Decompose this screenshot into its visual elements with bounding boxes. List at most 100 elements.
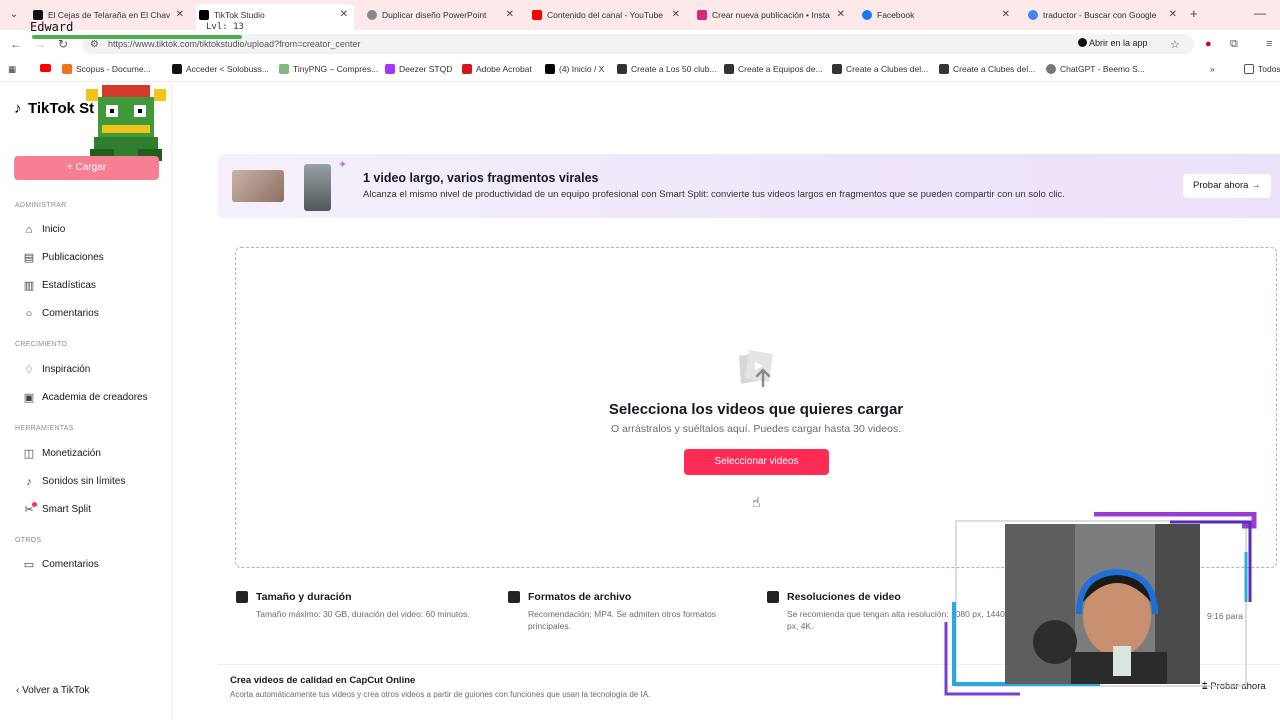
video-upload-icon [739, 350, 773, 388]
forward-arrow-icon[interactable]: → [34, 37, 46, 51]
facebook-favicon [862, 10, 872, 20]
lightbulb-icon: ♢ [24, 364, 34, 376]
browser-tab[interactable]: Crear nueva publicación • Insta ✕ [694, 4, 851, 26]
bookmark-item[interactable]: (4) Inicio / X [545, 64, 604, 74]
bookmark-item[interactable]: ChatGPT - Beemo S... [1046, 64, 1145, 74]
bookmark-item[interactable]: Adobe Acrobat [462, 64, 532, 74]
tab-title: Contenido del canal - YouTube [547, 10, 663, 20]
close-tab-icon[interactable]: ✕ [1169, 4, 1177, 26]
pixel-dragon-avatar [86, 85, 166, 161]
bookmark-favicon [724, 64, 734, 74]
bookmark-item[interactable]: Acceder < Solobuss... [172, 64, 269, 74]
instagram-favicon [697, 10, 707, 20]
section-title-administrar: ADMINISTRAR [15, 202, 67, 209]
select-videos-button[interactable]: Seleccionar videos [684, 449, 829, 475]
apps-grid-icon[interactable]: ▦ [8, 64, 16, 75]
tab-title: Duplicar diseño PowerPoint [382, 10, 487, 20]
sidebar-item-inicio[interactable]: ⌂ Inicio [22, 220, 66, 240]
notification-dot [32, 502, 37, 507]
bookmark-label: Create a Los 50 club... [631, 64, 717, 74]
opera-icon[interactable]: ● [1205, 38, 1212, 50]
sidebar-item-monetizacion[interactable]: ◫ Monetización [22, 444, 101, 464]
bookmark-label: Acceder < Solobuss... [186, 64, 269, 74]
close-tab-icon[interactable]: ✕ [837, 4, 845, 26]
bookmark-item[interactable]: Create a Clubes del... [832, 64, 928, 74]
url-text[interactable]: https://www.tiktok.com/tiktokstudio/uplo… [108, 39, 360, 49]
youtube-bookmark-icon[interactable] [40, 64, 51, 74]
tab-title: TikTok Studio [214, 10, 265, 20]
reload-icon[interactable]: ↻ [58, 37, 68, 51]
info-file-formats: Formatos de archivo Recomendación: MP4. … [508, 591, 748, 632]
smart-split-banner: ✦ 1 video largo, varios fragmentos viral… [218, 154, 1280, 218]
sidebar-item-estadisticas[interactable]: ▥ Estadísticas [22, 276, 96, 296]
browser-tab[interactable]: Facebook ✕ [859, 4, 1016, 26]
minimize-window-icon[interactable]: — [1254, 6, 1266, 20]
sidebar-item-label: Monetización [42, 448, 101, 459]
sidebar-item-comentarios-otros[interactable]: ▭ Comentarios [22, 555, 99, 575]
info-title-text: Tamaño y duración [256, 591, 352, 603]
info-title-text: Resoluciones de video [787, 591, 901, 603]
bookmark-label: Adobe Acrobat [476, 64, 532, 74]
open-in-app-label: Abrir en la app [1089, 38, 1148, 48]
bookmarks-bar: ▦ Scopus - Docume... Acceder < Solobuss.… [0, 58, 1280, 82]
tab-search-icon[interactable]: ⌄ [6, 7, 22, 23]
back-arrow-icon[interactable]: ← [10, 37, 22, 51]
sidebar-item-sonidos[interactable]: ♪ Sonidos sin límites [22, 472, 125, 492]
bookmark-favicon [1046, 64, 1056, 74]
sidebar-item-inspiracion[interactable]: ♢ Inspiración [22, 360, 90, 380]
academy-icon: ▣ [23, 392, 35, 404]
comment-icon: ▭ [23, 559, 35, 571]
youtube-favicon [532, 10, 542, 20]
bookmark-item[interactable]: Create a Equipos de... [724, 64, 823, 74]
bookmark-item[interactable]: Deezer STQD [385, 64, 452, 74]
close-tab-icon[interactable]: ✕ [506, 4, 514, 26]
capcut-description: Acorta automáticamente tus videos y crea… [230, 690, 651, 699]
banner-thumbnail-portrait [304, 164, 331, 211]
bookmark-item[interactable]: TinyPNG – Compres... [279, 64, 378, 74]
music-note-icon: ♪ [26, 476, 32, 488]
extensions-icon[interactable]: ⧉ [1230, 38, 1238, 51]
browser-tab[interactable]: Duplicar diseño PowerPoint ✕ [364, 4, 520, 26]
info-title: Tamaño y duración [236, 591, 496, 603]
sidebar-item-comentarios[interactable]: ○ Comentarios [22, 304, 99, 324]
browser-tab[interactable]: traductor - Buscar con Google ✕ [1025, 4, 1183, 26]
browser-tab[interactable]: Contenido del canal - YouTube ✕ [529, 4, 686, 26]
sidebar-item-academia[interactable]: ▣ Academia de creadores [22, 388, 148, 408]
all-bookmarks-folder[interactable]: Todos [1244, 64, 1280, 74]
site-info-icon[interactable]: ⚙ [90, 39, 99, 50]
sidebar-item-label: Inicio [42, 224, 66, 235]
back-to-tiktok-link[interactable]: ‹ Volver a TikTok [16, 685, 89, 696]
open-in-app-button[interactable]: Abrir en la app [1078, 38, 1148, 48]
monetization-icon: ◫ [23, 448, 35, 460]
banner-thumbnail-landscape [232, 170, 284, 202]
bookmark-label: Create a Equipos de... [738, 64, 823, 74]
new-tab-icon[interactable]: + [1190, 6, 1198, 21]
bookmark-star-icon[interactable]: ☆ [1170, 38, 1180, 51]
sidebar-item-publicaciones[interactable]: ▤ Publicaciones [22, 248, 104, 268]
sidebar-item-label: Estadísticas [42, 280, 96, 291]
sidebar-item-label: Inspiración [42, 364, 91, 375]
close-tab-icon[interactable]: ✕ [672, 4, 680, 26]
try-now-button[interactable]: Probar ahora → [1183, 174, 1271, 198]
sidebar-item-smart-split[interactable]: ✂ Smart Split [22, 500, 91, 520]
section-title-otros: OTROS [15, 537, 42, 544]
posts-icon: ▤ [23, 252, 35, 264]
close-tab-icon[interactable]: ✕ [1002, 4, 1010, 26]
sidebar-item-label: Publicaciones [42, 252, 104, 263]
bookmark-label: ChatGPT - Beemo S... [1060, 64, 1145, 74]
bookmark-label: Todos [1258, 64, 1280, 74]
section-title-crecimiento: CRECIMIENTO [15, 341, 68, 348]
upload-button[interactable]: + Cargar [14, 156, 159, 180]
close-tab-icon[interactable]: ✕ [176, 4, 184, 26]
bookmark-label: (4) Inicio / X [559, 64, 605, 74]
menu-icon[interactable]: ≡ [1266, 38, 1272, 50]
webcam-person-illustration [1005, 524, 1200, 684]
sidebar: ♪ TikTok St + Cargar ADMINISTRAR ⌂ Inicio… [0, 83, 172, 720]
bookmark-item[interactable]: Create a Clubes del... [939, 64, 1035, 74]
bookmark-label: TinyPNG – Compres... [293, 64, 379, 74]
comment-icon: ○ [25, 308, 33, 320]
bookmark-favicon [385, 64, 395, 74]
bookmark-item[interactable]: Create a Los 50 club... [617, 64, 717, 74]
close-tab-icon[interactable]: ✕ [340, 4, 348, 26]
more-bookmarks-icon[interactable]: » [1210, 64, 1215, 74]
